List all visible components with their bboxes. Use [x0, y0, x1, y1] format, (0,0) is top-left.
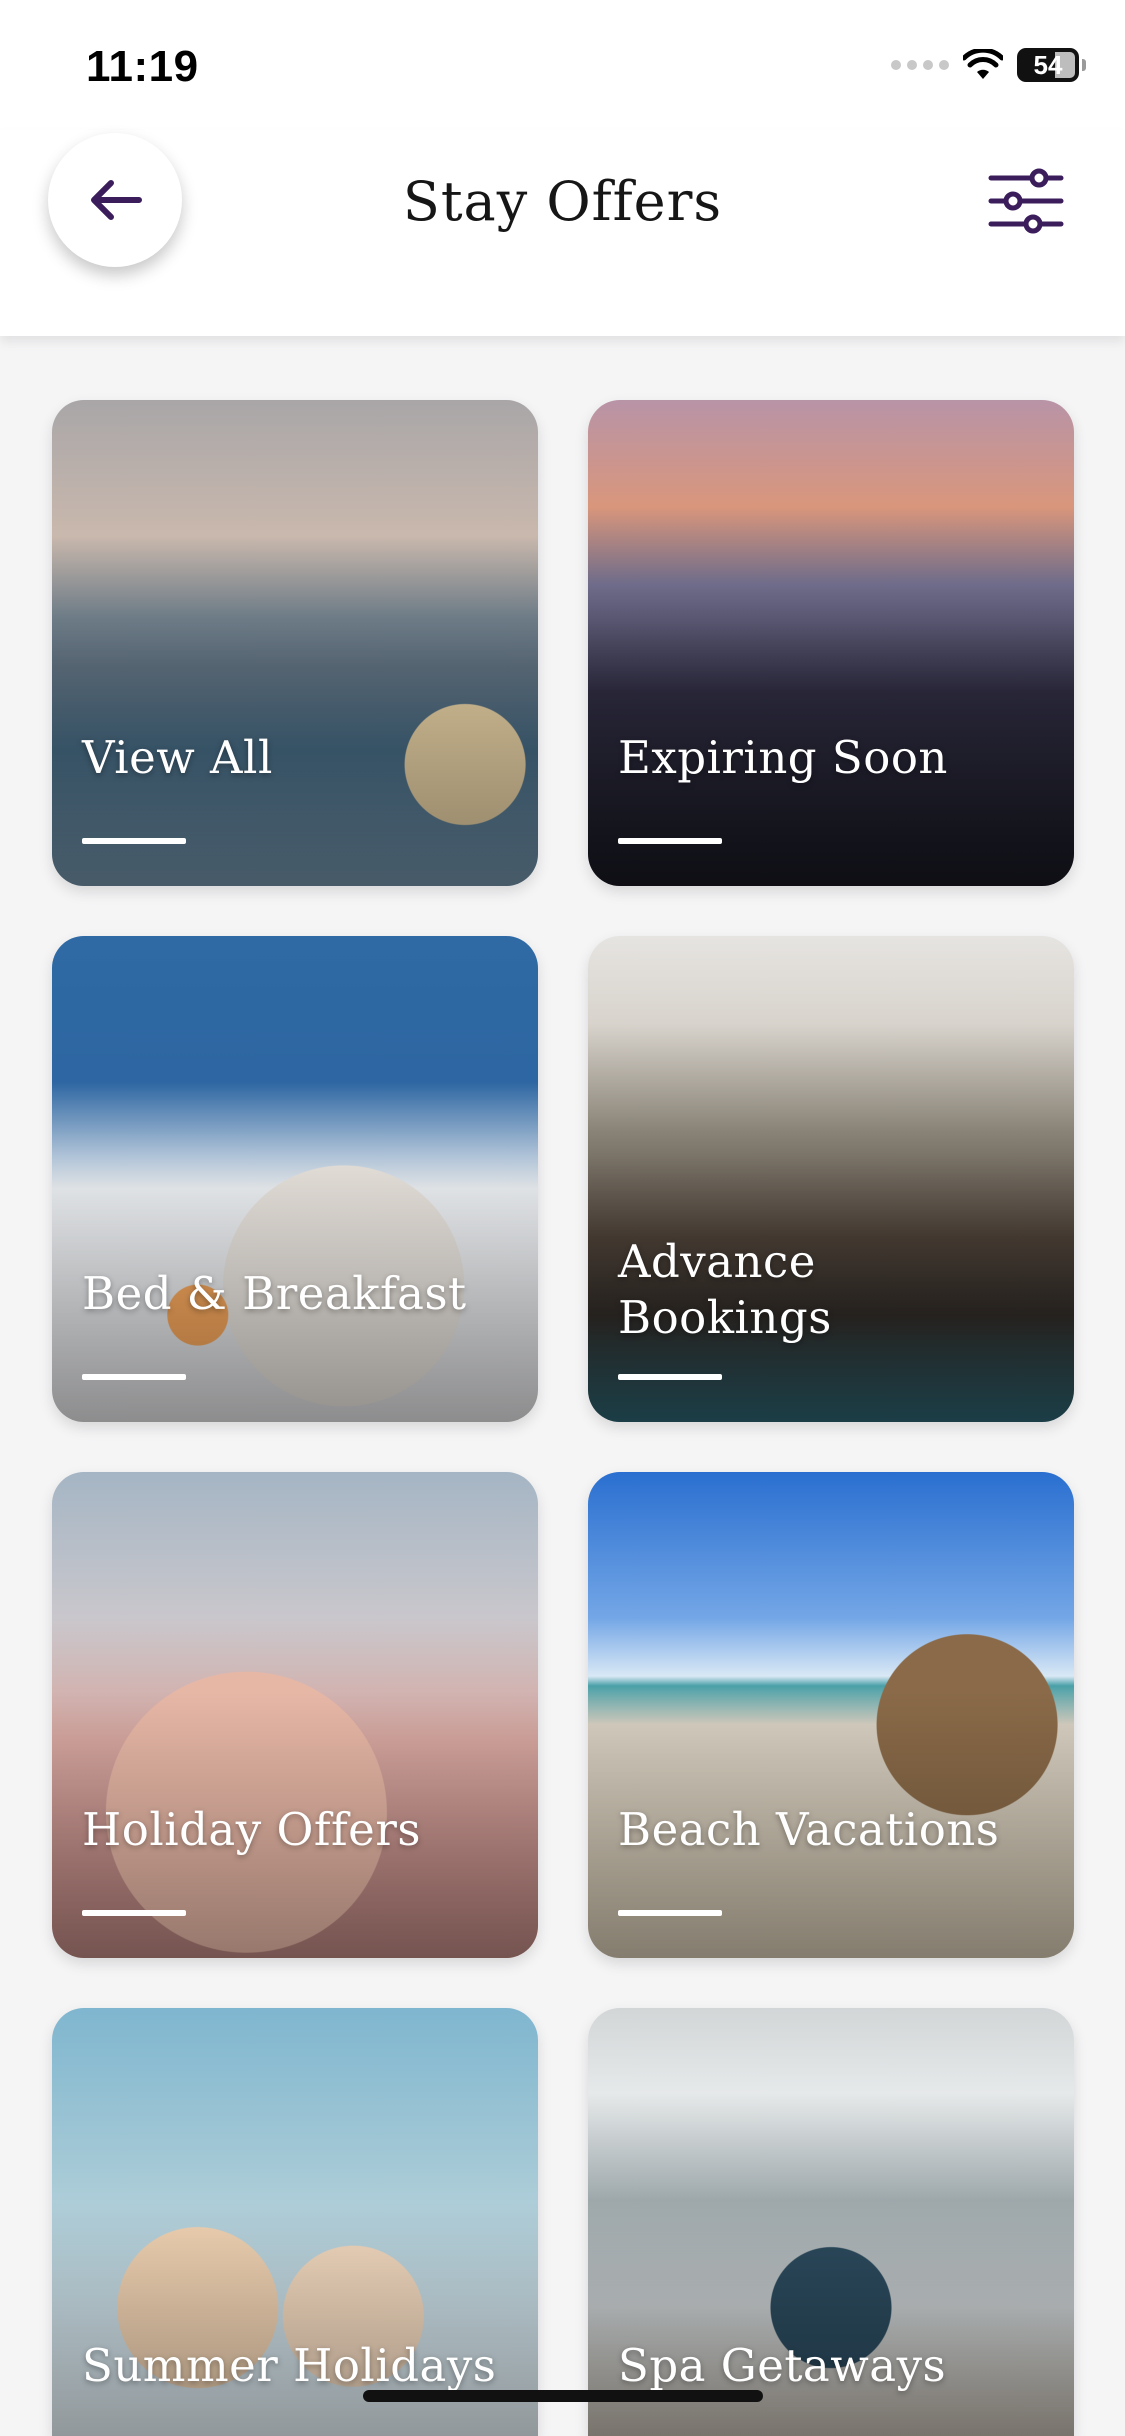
app-header: Stay Offers — [0, 130, 1125, 336]
offer-card-label: Beach Vacations — [618, 1803, 1000, 1856]
sliders-icon — [988, 168, 1064, 234]
offer-card-label: Advance Bookings — [618, 1235, 832, 1344]
status-indicators: 54 — [891, 48, 1086, 82]
offer-card-label: Summer Holidays — [82, 2339, 497, 2392]
offer-card-advance-bookings[interactable]: Advance Bookings — [588, 936, 1074, 1422]
offer-card-label: Expiring Soon — [618, 731, 948, 784]
status-bar: 11:19 54 — [0, 0, 1125, 130]
offer-card-bed-breakfast[interactable]: Bed & Breakfast — [52, 936, 538, 1422]
offer-card-summer-holidays[interactable]: Summer Holidays — [52, 2008, 538, 2436]
filter-button[interactable] — [985, 160, 1067, 242]
home-indicator[interactable] — [363, 2390, 763, 2402]
label-underline — [82, 1374, 186, 1380]
label-underline — [618, 1910, 722, 1916]
status-time: 11:19 — [86, 42, 199, 91]
offer-card-beach-vacations[interactable]: Beach Vacations — [588, 1472, 1074, 1958]
cellular-signal-icon — [891, 60, 949, 70]
battery-level: 54 — [1033, 49, 1063, 80]
offer-card-label: View All — [82, 731, 273, 784]
battery-icon: 54 — [1017, 48, 1086, 82]
offer-card-holiday-offers[interactable]: Holiday Offers — [52, 1472, 538, 1958]
offer-card-label: Holiday Offers — [82, 1803, 421, 1856]
offer-card-label: Bed & Breakfast — [82, 1267, 467, 1320]
offer-card-spa-getaways[interactable]: Spa Getaways — [588, 2008, 1074, 2436]
label-underline — [618, 1374, 722, 1380]
offer-card-view-all[interactable]: View All — [52, 400, 538, 886]
wifi-icon — [963, 49, 1003, 79]
page-title: Stay Offers — [402, 170, 723, 233]
label-underline — [618, 838, 722, 844]
offer-card-expiring-soon[interactable]: Expiring Soon — [588, 400, 1074, 886]
label-underline — [82, 1910, 186, 1916]
label-underline — [82, 838, 186, 844]
offer-card-label: Spa Getaways — [618, 2339, 947, 2392]
